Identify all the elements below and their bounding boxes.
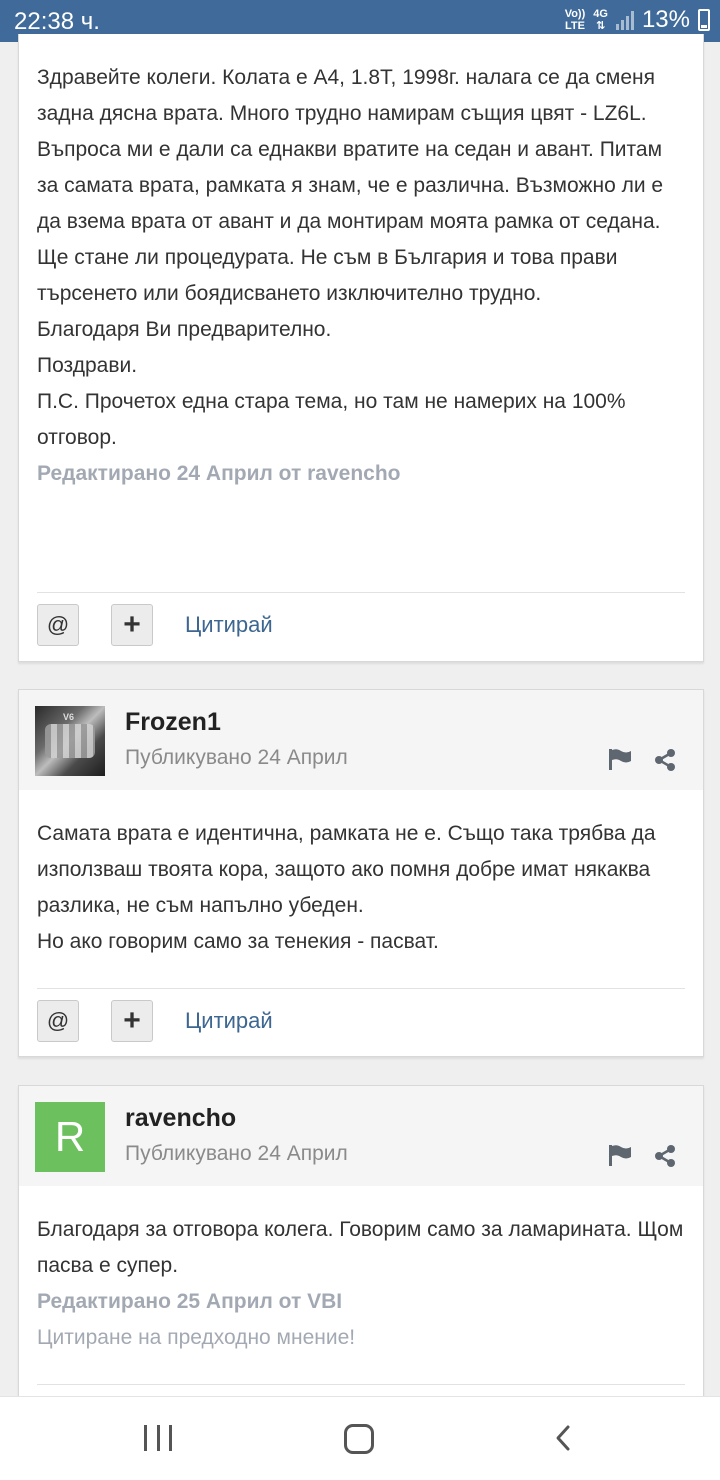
volte-indicator: Vo)) LTE [565,8,586,32]
quote-link[interactable]: Цитирай [185,1008,273,1034]
post-body: Благодаря за отговора колега. Говорим са… [37,1212,687,1356]
avatar-badge-text: V6 [63,712,75,722]
post-paragraph: Благодаря Ви предварително. [37,318,332,341]
post-actions: @ + Цитирай [37,1000,273,1042]
edited-note: Редактирано 24 Април от ravencho [37,462,401,485]
engine-photo-icon [45,724,95,758]
navigation-bar [0,1396,720,1480]
avatar[interactable]: V6 [35,706,105,776]
multiquote-button[interactable]: + [111,1000,153,1042]
home-icon[interactable] [344,1424,374,1454]
post-paragraph: Благодаря за отговора колега. Говорим са… [37,1218,684,1277]
share-icon[interactable] [653,748,677,772]
post-body: Здравейте колеги. Колата е А4, 1.8Т, 199… [37,60,687,492]
author-name[interactable]: ravencho [125,1104,236,1133]
post-header: V6 Frozen1 Публикувано 24 Април [19,690,703,790]
mention-button[interactable]: @ [37,604,79,646]
author-name[interactable]: Frozen1 [125,708,221,737]
divider [37,592,685,593]
divider [37,1384,685,1385]
data-type-label: 4G [593,8,608,20]
quoted-note[interactable]: Цитиране на предходно мнение! [37,1320,687,1356]
data-arrows-icon: ⇅ [596,20,606,32]
avatar[interactable]: R [35,1102,105,1172]
post-date: Публикувано 24 Април [125,1142,348,1165]
post-paragraph: П.С. Прочетох една стара тема, но там не… [37,390,626,449]
lte-label: LTE [564,20,585,32]
post-paragraph: Въпроса ми е дали са еднакви вратите на … [37,138,664,305]
share-icon[interactable] [653,1144,677,1168]
post-header: R ravencho Публикувано 24 Април [19,1086,703,1186]
mention-button[interactable]: @ [37,1000,79,1042]
divider [37,988,685,989]
multiquote-button[interactable]: + [111,604,153,646]
signal-icon [615,10,634,30]
post-date: Публикувано 24 Април [125,746,348,769]
post-card-1: Здравейте колеги. Колата е А4, 1.8Т, 199… [18,34,704,662]
post-paragraph: Здравейте колеги. Колата е А4, 1.8Т, 199… [37,66,655,125]
post-card-3: R ravencho Публикувано 24 Април Благодар… [18,1085,704,1415]
post-card-2: V6 Frozen1 Публикувано 24 Април Самата в… [18,689,704,1057]
edited-note: Редактирано 25 Април от VBI [37,1290,343,1313]
post-body: Самата врата е идентична, рамката не е. … [37,816,687,960]
status-time: 22:38 ч. [14,8,100,35]
battery-percent: 13% [641,6,690,33]
post-actions: @ + Цитирай [37,604,273,646]
recent-apps-icon[interactable] [144,1425,172,1453]
post-paragraph: Но ако говорим само за тенекия - пасват. [37,930,439,953]
status-indicators: Vo)) LTE 4G ⇅ 13% [565,6,710,34]
report-flag-icon[interactable] [607,748,633,770]
data-type-indicator: 4G ⇅ [593,8,608,32]
report-flag-icon[interactable] [607,1144,633,1166]
post-paragraph: Самата врата е идентична, рамката не е. … [37,822,656,917]
battery-icon [698,9,710,31]
back-icon[interactable] [550,1423,580,1453]
post-paragraph: Поздрави. [37,354,138,377]
volte-label: Vo)) [564,8,586,20]
quote-link[interactable]: Цитирай [185,612,273,638]
